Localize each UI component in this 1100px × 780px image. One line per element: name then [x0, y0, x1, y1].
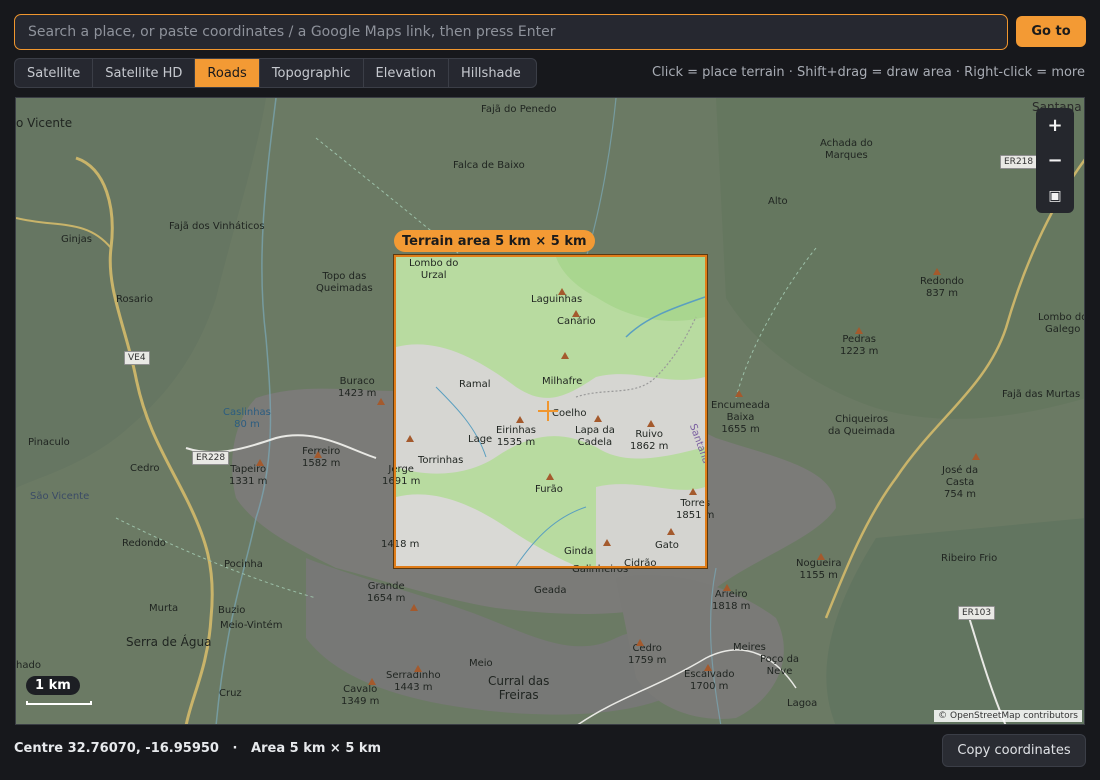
- map-label: Arieiro 1818 m: [712, 589, 751, 612]
- map-label: Topo das Queimadas: [316, 271, 373, 294]
- peak-marker: [704, 664, 712, 671]
- peak-marker: [636, 639, 644, 646]
- map-label: José da Casta 754 m: [942, 465, 979, 500]
- zoom-control: + − ▣: [1036, 108, 1074, 213]
- go-to-button[interactable]: Go to: [1016, 16, 1086, 47]
- peak-marker: [817, 553, 825, 560]
- map-label: Serradinho 1443 m: [386, 670, 441, 693]
- tab-satellite-hd[interactable]: Satellite HD: [93, 59, 196, 87]
- map-attribution: © OpenStreetMap contributors: [934, 710, 1082, 722]
- map-label: Pinaculo: [28, 437, 70, 448]
- map-label: Serra de Água: [126, 635, 212, 649]
- map-label: Fajã dos Vinháticos: [169, 221, 265, 232]
- map-label: Cedro: [130, 463, 160, 474]
- peak-marker: [410, 604, 418, 611]
- tab-topographic[interactable]: Topographic: [260, 59, 364, 87]
- map-label: Cavalo 1349 m: [341, 684, 380, 707]
- layer-tabs: Satellite Satellite HD Roads Topographic…: [14, 58, 537, 88]
- peak-marker: [256, 459, 264, 466]
- map-label: o Vicente: [16, 116, 73, 130]
- map-label: Ribeiro Frio: [941, 553, 998, 564]
- peak-marker: [855, 327, 863, 334]
- map-label: Meires: [733, 642, 766, 653]
- map-label: Lagoa: [787, 698, 818, 709]
- help-text: Click = place terrain · Shift+drag = dra…: [652, 65, 1085, 80]
- map-label: Escalvado 1700 m: [684, 669, 735, 692]
- map-label: Tapeiro 1331 m: [229, 464, 268, 487]
- peak-marker: [933, 268, 941, 275]
- map-label: Geada: [534, 585, 567, 596]
- road-shield: ER103: [958, 606, 996, 620]
- map-label: Cruz: [219, 688, 242, 699]
- peak-marker: [314, 451, 322, 458]
- scale-bar: [26, 701, 92, 705]
- peak-marker: [414, 665, 422, 672]
- map-label: Lombo do Galego: [1038, 312, 1084, 335]
- fullscreen-icon[interactable]: ▣: [1036, 178, 1074, 213]
- map-label: Poço da Neve: [760, 654, 800, 677]
- map-label: Meio: [469, 658, 493, 669]
- map-label: Encumeada Baixa 1655 m: [711, 400, 770, 435]
- peak-marker: [972, 453, 980, 460]
- map-label: Meio-Vintém: [220, 620, 283, 631]
- tab-satellite[interactable]: Satellite: [15, 59, 94, 87]
- map-label: Cedro 1759 m: [628, 643, 667, 666]
- map-label: Redondo 837 m: [920, 276, 964, 299]
- map-label: São Vicente: [30, 491, 90, 502]
- road-shield: ER228: [192, 451, 230, 465]
- tab-elevation[interactable]: Elevation: [364, 59, 449, 87]
- map-label: Buraco 1423 m: [338, 376, 377, 399]
- map-label: Rosario: [116, 294, 153, 305]
- map-label: Falca de Baixo: [453, 160, 525, 171]
- map-label: Caslinhas 80 m: [223, 407, 271, 430]
- map-label: Nogueira 1155 m: [796, 558, 842, 581]
- search-input[interactable]: [14, 14, 1008, 50]
- terrain-area-badge: Terrain area 5 km × 5 km: [394, 230, 595, 252]
- status-text: Centre 32.76070, -16.95950 · Area 5 km ×…: [14, 741, 382, 756]
- map-label: Chiqueiros da Queimada: [828, 414, 896, 437]
- map-label: Ferreiro 1582 m: [302, 446, 341, 469]
- map-label: Fajã das Murtas: [1002, 389, 1081, 400]
- scale-label: 1 km: [26, 676, 80, 695]
- tab-roads[interactable]: Roads: [195, 59, 260, 87]
- road-shield: ER218: [1000, 155, 1038, 169]
- map-label: hado: [16, 660, 41, 671]
- map-view[interactable]: Fajã do Penedo Santana o Vicente Falca d…: [15, 97, 1085, 725]
- map-label: Ginjas: [61, 234, 92, 245]
- map-label: Curral das Freiras: [488, 674, 550, 702]
- map-label: Grande 1654 m: [367, 581, 406, 604]
- map-label: Redondo: [122, 538, 166, 549]
- map-label: Pedras 1223 m: [840, 334, 879, 357]
- crosshair-icon: [538, 401, 558, 421]
- map-label: Fajã do Penedo: [481, 104, 557, 115]
- zoom-out-button[interactable]: −: [1036, 143, 1074, 178]
- copy-coordinates-button[interactable]: Copy coordinates: [942, 734, 1086, 767]
- map-label: Buzio: [218, 605, 246, 616]
- peak-marker: [735, 390, 743, 397]
- zoom-in-button[interactable]: +: [1036, 108, 1074, 143]
- map-label: Murta: [149, 603, 179, 614]
- map-label: Achada do Marques: [820, 138, 873, 161]
- road-shield: VE4: [124, 351, 150, 365]
- map-label: Pocinha: [224, 559, 263, 570]
- map-label: Alto: [768, 196, 788, 207]
- tab-hillshade[interactable]: Hillshade: [449, 59, 533, 87]
- peak-marker: [368, 678, 376, 685]
- peak-marker: [723, 584, 731, 591]
- peak-marker: [377, 398, 385, 405]
